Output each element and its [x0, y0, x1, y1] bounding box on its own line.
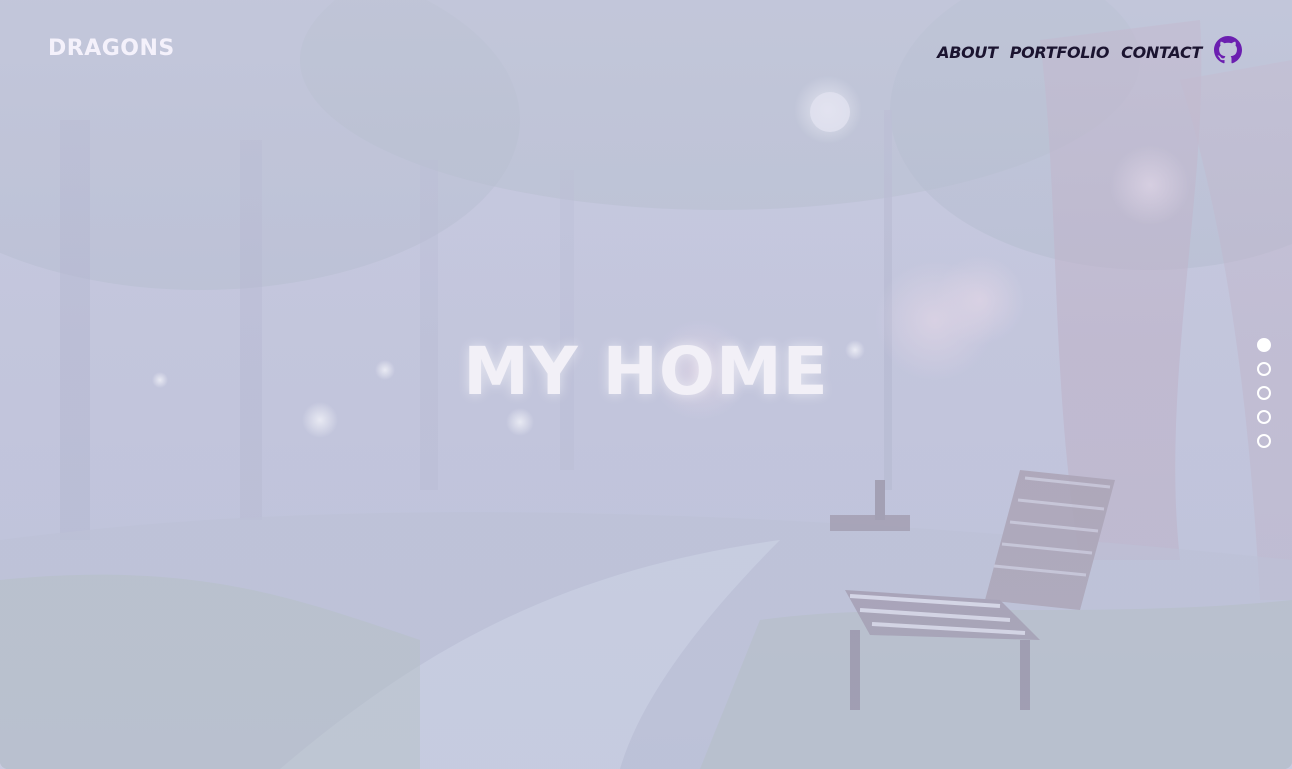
github-icon — [1214, 36, 1242, 64]
nav-item-portfolio[interactable]: PORTFOLIO — [1010, 43, 1110, 62]
section-dot-5[interactable] — [1257, 434, 1271, 448]
section-pagination — [1257, 338, 1271, 448]
nav-item-contact[interactable]: CONTACT — [1121, 43, 1202, 62]
section-dot-4[interactable] — [1257, 410, 1271, 424]
hero-title: MY HOME — [463, 333, 829, 410]
github-link[interactable] — [1214, 36, 1242, 64]
page: DRAGONS ABOUT PORTFOLIO CONTACT MY HOME — [0, 0, 1292, 769]
main-nav: ABOUT PORTFOLIO CONTACT — [937, 36, 1242, 64]
section-dot-3[interactable] — [1257, 386, 1271, 400]
section-dot-1[interactable] — [1257, 338, 1271, 352]
nav-item-about[interactable]: ABOUT — [937, 43, 998, 62]
section-dot-2[interactable] — [1257, 362, 1271, 376]
brand-logo[interactable]: DRAGONS — [48, 36, 175, 61]
